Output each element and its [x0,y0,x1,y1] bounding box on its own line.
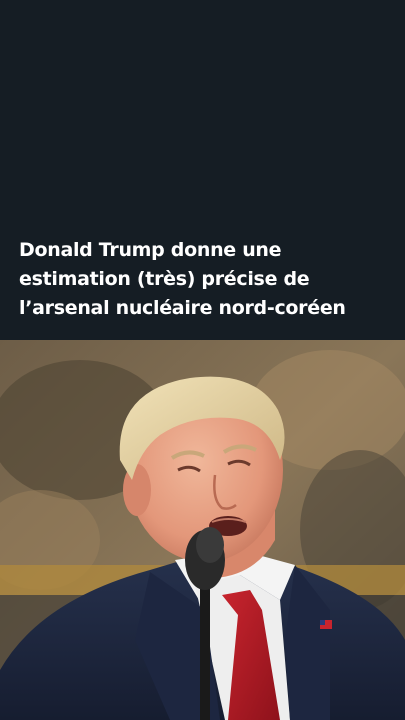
article-headline: Donald Trump donne une estimation (très)… [19,239,346,319]
article-photo [0,340,405,720]
headline-panel: Donald Trump donne une estimation (très)… [0,0,405,340]
video-screen[interactable]: Donald Trump donne une estimation (très)… [0,0,405,720]
